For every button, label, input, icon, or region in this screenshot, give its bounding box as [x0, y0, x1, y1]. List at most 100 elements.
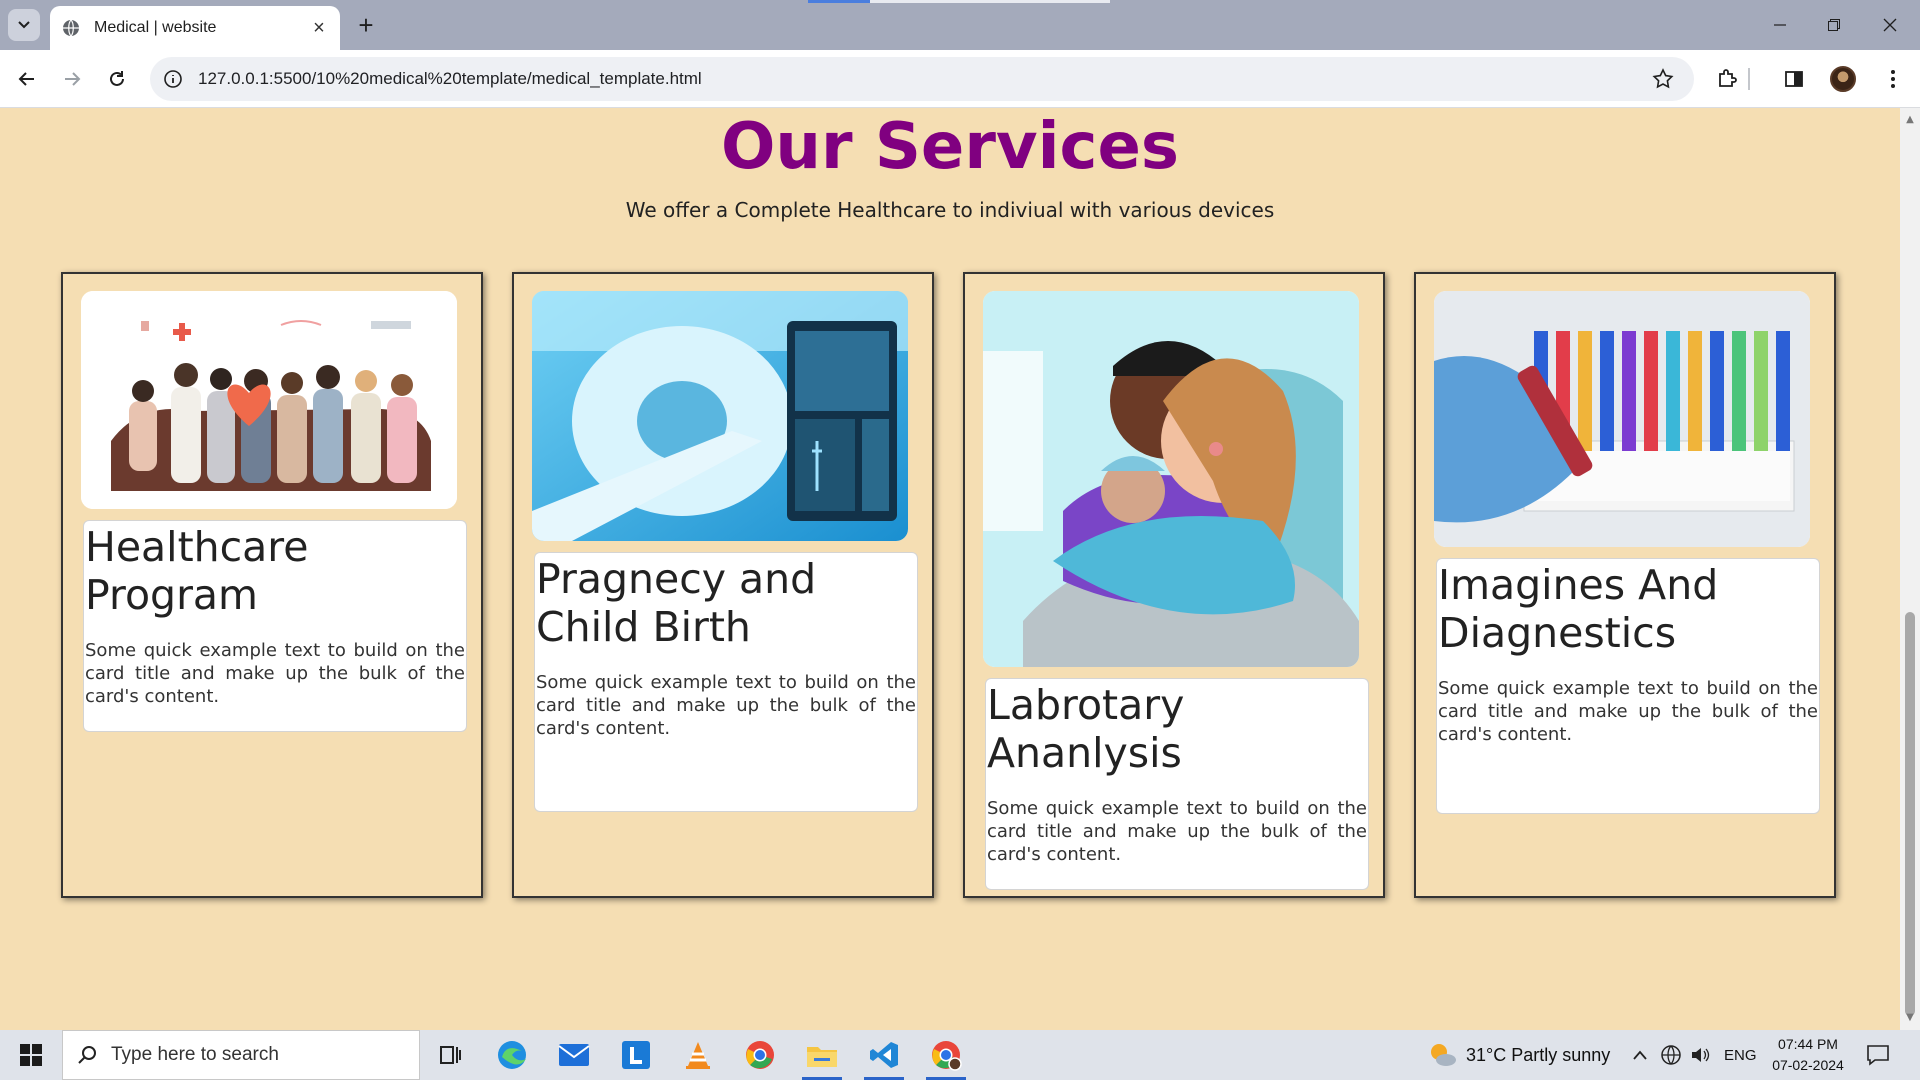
edge-app[interactable]	[490, 1035, 534, 1075]
puzzle-icon	[1719, 69, 1737, 87]
task-view-icon	[440, 1046, 461, 1064]
service-card: Pragnecy and Child Birth Some quick exam…	[512, 272, 934, 898]
notification-icon	[1867, 1045, 1889, 1066]
menu-button[interactable]	[1876, 62, 1910, 96]
weather-widget[interactable]: 31°C Partly sunny	[1428, 1030, 1610, 1080]
chevron-down-icon	[18, 21, 30, 29]
tab-title: Medical | website	[94, 19, 217, 36]
active-tab[interactable]: Medical | website ×	[50, 6, 340, 50]
extensions-button[interactable]	[1710, 62, 1744, 96]
arrow-right-icon	[65, 72, 81, 86]
scroll-up-arrow-icon[interactable]: ▲	[1904, 114, 1916, 126]
card-text: Some quick example text to build on the …	[536, 672, 916, 739]
side-panel-icon	[1785, 71, 1803, 87]
card-title: Pragnecy and Child Birth	[536, 555, 817, 651]
forward-button[interactable]	[55, 62, 89, 96]
start-button[interactable]	[8, 1038, 54, 1072]
card-body: Healthcare Program Some quick example te…	[83, 520, 467, 732]
minimize-icon	[1774, 24, 1786, 26]
blood-test-tubes-photo	[1434, 291, 1810, 547]
url-text[interactable]: 127.0.0.1:5500/10%20medical%20template/m…	[198, 69, 1648, 89]
service-card: Labrotary Ananlysis Some quick example t…	[963, 272, 1385, 898]
vscode-app[interactable]	[862, 1035, 906, 1080]
card-title: Labrotary Ananlysis	[987, 681, 1185, 777]
vlc-app[interactable]	[676, 1035, 720, 1075]
avatar	[1830, 66, 1856, 92]
scroll-down-arrow-icon[interactable]: ▼	[1904, 1012, 1916, 1024]
service-card: Healthcare Program Some quick example te…	[61, 272, 483, 898]
card-body: Labrotary Ananlysis Some quick example t…	[985, 678, 1369, 890]
mail-icon	[558, 1044, 590, 1066]
kebab-menu-icon	[1891, 70, 1895, 88]
page-scrollbar[interactable]: ▲ ▼	[1900, 108, 1920, 1030]
arrow-left-icon	[18, 72, 34, 86]
browser-toolbar: 127.0.0.1:5500/10%20medical%20template/m…	[0, 50, 1920, 108]
vscode-icon	[870, 1042, 898, 1068]
notifications-button[interactable]	[1866, 1030, 1890, 1080]
l-app-icon	[622, 1041, 650, 1069]
medical-team-illustration	[81, 291, 457, 509]
toolbar-divider	[1745, 62, 1753, 96]
globe-icon	[1661, 1045, 1681, 1065]
chevron-up-icon	[1633, 1050, 1647, 1060]
windows-logo-icon	[20, 1044, 42, 1066]
partly-sunny-icon	[1431, 1044, 1456, 1066]
page-title: Our Services	[721, 110, 1179, 184]
chrome-icon	[746, 1041, 774, 1069]
clock-time: 07:44 PM	[1778, 1036, 1838, 1052]
side-panel-button[interactable]	[1777, 62, 1811, 96]
vlc-cone-icon	[686, 1042, 710, 1069]
service-card: Imagines And Diagnestics Some quick exam…	[1414, 272, 1836, 898]
tab-search-button[interactable]	[8, 9, 40, 41]
globe-icon	[63, 19, 79, 37]
back-button[interactable]	[10, 62, 44, 96]
taskbar-search[interactable]: Type here to search	[62, 1030, 420, 1080]
page-viewport: Our Services We offer a Complete Healthc…	[0, 108, 1900, 1030]
page-subtitle: We offer a Complete Healthcare to indivi…	[625, 198, 1275, 222]
search-placeholder: Type here to search	[111, 1044, 279, 1065]
l-app[interactable]	[614, 1035, 658, 1075]
new-tab-button[interactable]: +	[353, 10, 379, 40]
mri-scanner-photo	[532, 291, 908, 541]
minimize-button[interactable]	[1752, 0, 1808, 50]
card-text: Some quick example text to build on the …	[1438, 678, 1818, 745]
card-title: Imagines And Diagnestics	[1438, 561, 1719, 657]
volume-button[interactable]	[1690, 1030, 1712, 1080]
task-view-button[interactable]	[428, 1035, 472, 1075]
card-body: Imagines And Diagnestics Some quick exam…	[1436, 558, 1820, 814]
chrome-profile-app[interactable]	[924, 1035, 968, 1080]
close-window-button[interactable]	[1862, 0, 1918, 50]
close-icon[interactable]: ×	[310, 17, 328, 39]
reload-icon	[110, 71, 124, 86]
card-text: Some quick example text to build on the …	[85, 640, 465, 707]
profile-button[interactable]	[1826, 62, 1860, 96]
card-text: Some quick example text to build on the …	[987, 798, 1367, 865]
reload-button[interactable]	[100, 62, 134, 96]
mail-app[interactable]	[552, 1035, 596, 1075]
card-body: Pragnecy and Child Birth Some quick exam…	[534, 552, 918, 812]
speaker-icon	[1692, 1048, 1710, 1062]
close-icon	[1883, 18, 1897, 32]
address-bar[interactable]: 127.0.0.1:5500/10%20medical%20template/m…	[150, 57, 1694, 101]
search-icon	[78, 1046, 96, 1064]
restore-button[interactable]	[1806, 0, 1862, 50]
tab-loading-indicator	[808, 0, 870, 3]
file-explorer-app[interactable]	[800, 1035, 844, 1080]
clock-date: 07-02-2024	[1772, 1057, 1844, 1073]
weather-text: 31°C Partly sunny	[1466, 1044, 1611, 1065]
chrome-app[interactable]	[738, 1035, 782, 1075]
chrome-icon	[932, 1041, 962, 1071]
restore-icon	[1828, 19, 1840, 31]
network-button[interactable]	[1660, 1030, 1682, 1080]
folder-icon	[807, 1047, 837, 1067]
browser-tab-strip: Medical | website × +	[0, 0, 1920, 50]
scrollbar-thumb[interactable]	[1905, 612, 1915, 1016]
language-indicator[interactable]: ENG	[1724, 1030, 1757, 1080]
taskbar-clock[interactable]: 07:44 PM 07-02-2024	[1770, 1034, 1846, 1076]
tab-loading-track	[870, 0, 1110, 3]
info-icon[interactable]	[162, 68, 184, 90]
show-hidden-icons-button[interactable]	[1632, 1030, 1648, 1080]
card-title: Healthcare Program	[85, 523, 309, 619]
bookmark-star-icon[interactable]	[1648, 64, 1678, 94]
family-newborn-illustration	[983, 291, 1359, 667]
